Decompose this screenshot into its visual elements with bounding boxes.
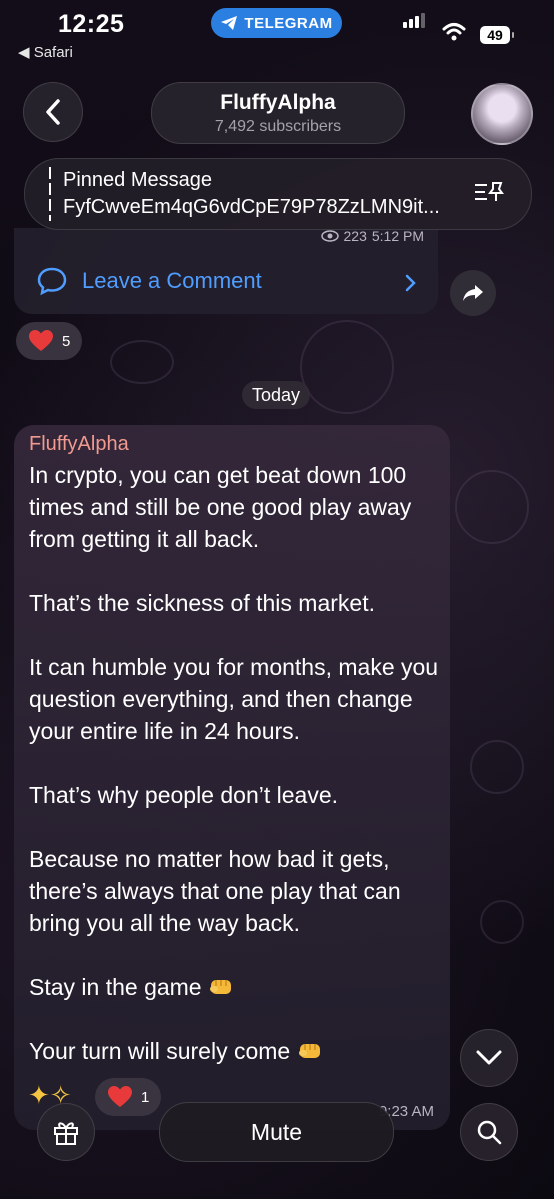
post-time: 5:12 PM: [371, 228, 424, 244]
message-sender: FluffyAlpha: [29, 433, 129, 455]
background-doodle: [110, 340, 174, 384]
background-doodle: [300, 320, 394, 414]
message-paragraph: In crypto, you can get beat down 100 tim…: [29, 462, 412, 552]
fist-emoji-icon: [298, 1044, 320, 1058]
eye-icon: [320, 230, 339, 242]
background-doodle: [470, 740, 524, 794]
share-arrow-icon: [463, 285, 483, 301]
pinned-message-bar[interactable]: Pinned Message FyfCwveEm4qG6vdCpE79P78Zz…: [24, 158, 532, 230]
heart-reaction[interactable]: 5: [16, 322, 83, 360]
message-paragraph: Stay in the game: [29, 974, 202, 1000]
search-button[interactable]: [460, 1103, 518, 1161]
pinned-label: Pinned Message: [63, 169, 212, 191]
gift-icon: [54, 1122, 78, 1145]
background-doodle: [455, 470, 529, 544]
message-line: Stay in the game: [29, 971, 441, 1003]
mute-button[interactable]: Mute: [159, 1102, 394, 1162]
channel-title[interactable]: FluffyAlpha 7,492 subscribers: [151, 82, 405, 144]
heart-reaction[interactable]: 1: [95, 1078, 162, 1116]
share-button[interactable]: [450, 270, 496, 316]
pinned-text: FyfCwveEm4qG6vdCpE79P78ZzLMN9it...: [63, 196, 440, 218]
message-paragraph: That’s the sickness of this market.: [29, 590, 375, 616]
pinned-indicator: [49, 167, 51, 221]
subscriber-count: 7,492 subscribers: [214, 118, 342, 135]
gift-button[interactable]: [37, 1103, 95, 1161]
telegram-label: TELEGRAM: [244, 14, 333, 32]
message-line: Your turn will surely come: [29, 1035, 441, 1067]
status-time: 12:25: [58, 10, 125, 38]
channel-name: FluffyAlpha: [220, 91, 336, 114]
chevron-left-icon: [46, 99, 60, 125]
view-count: 223: [343, 228, 367, 244]
back-to-safari[interactable]: ◀ Safari: [18, 43, 73, 61]
chevron-down-icon: [476, 1050, 502, 1065]
pin-list-icon[interactable]: [473, 179, 505, 207]
channel-avatar[interactable]: [471, 83, 533, 145]
leave-comment-label: Leave a Comment: [82, 268, 262, 293]
post-meta: 223 5:12 PM: [320, 228, 424, 244]
previous-post: 223 5:12 PM Leave a Comment: [14, 228, 438, 314]
search-icon: [477, 1120, 502, 1145]
message-paragraph: That’s why people don’t leave.: [29, 782, 338, 808]
message-paragraph: Because no matter how bad it gets, there…: [29, 846, 401, 936]
message-paragraph: Your turn will surely come: [29, 1038, 291, 1064]
heart-icon: [108, 1086, 132, 1107]
message-bubble[interactable]: FluffyAlpha In crypto, you can get beat …: [14, 425, 450, 1130]
leave-comment-button[interactable]: Leave a Comment: [36, 266, 262, 296]
heart-icon: [29, 330, 53, 351]
chevron-right-icon: [404, 272, 416, 298]
comment-bubble-icon: [37, 267, 67, 296]
message-body: In crypto, you can get beat down 100 tim…: [29, 459, 441, 1099]
telegram-pill[interactable]: TELEGRAM: [211, 8, 342, 38]
scroll-down-button[interactable]: [460, 1029, 518, 1087]
message-paragraph: It can humble you for months, make you q…: [29, 654, 439, 744]
back-button[interactable]: [23, 82, 83, 142]
reaction-count: 5: [62, 332, 71, 350]
wifi-icon: [442, 23, 466, 41]
battery-indicator: 49: [480, 26, 514, 44]
fist-emoji-icon: [210, 980, 231, 994]
background-doodle: [480, 900, 524, 944]
paper-plane-icon: [221, 16, 238, 30]
date-separator: Today: [242, 381, 311, 409]
reaction-count: 1: [141, 1088, 150, 1106]
